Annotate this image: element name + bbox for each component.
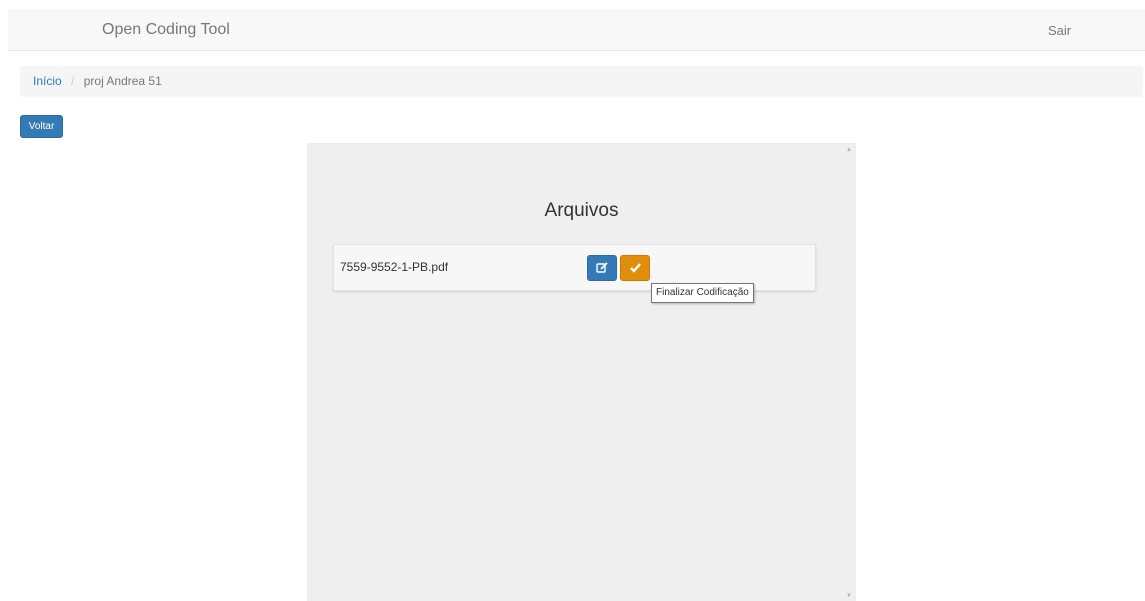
- file-name: 7559-9552-1-PB.pdf: [340, 260, 449, 274]
- top-navbar: Open Coding Tool Sair: [8, 9, 1145, 51]
- app-brand[interactable]: Open Coding Tool: [102, 21, 230, 39]
- finalize-coding-tooltip: Finalizar Codificação: [651, 283, 754, 303]
- breadcrumb: Início / proj Andrea 51: [20, 66, 1143, 97]
- back-button[interactable]: Voltar: [20, 115, 63, 138]
- edit-icon: [596, 262, 608, 273]
- check-icon: [630, 263, 641, 273]
- breadcrumb-home-link[interactable]: Início: [33, 74, 62, 88]
- breadcrumb-current: proj Andrea 51: [83, 74, 162, 88]
- scroll-down-arrow-icon[interactable]: ▼: [846, 593, 852, 599]
- files-panel: ▲ Arquivos 7559-9552-1-PB.pdf ▼: [307, 143, 856, 601]
- finalize-coding-button[interactable]: [620, 255, 650, 281]
- scroll-up-arrow-icon[interactable]: ▲: [846, 147, 852, 153]
- edit-file-button[interactable]: [587, 255, 617, 281]
- files-panel-title: Arquivos: [544, 200, 619, 221]
- breadcrumb-separator: /: [71, 74, 75, 88]
- logout-link[interactable]: Sair: [1048, 23, 1071, 38]
